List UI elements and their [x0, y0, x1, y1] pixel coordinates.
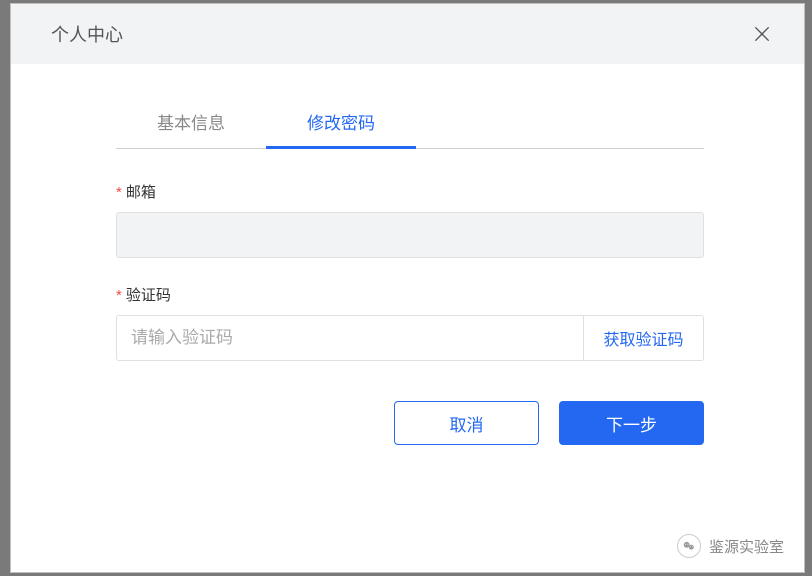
close-icon [752, 24, 772, 44]
code-input[interactable] [117, 316, 583, 360]
tab-label: 基本信息 [157, 114, 225, 133]
code-input-row: 获取验证码 [116, 315, 704, 361]
required-indicator: * [116, 184, 122, 201]
code-field-group: *验证码 获取验证码 [116, 284, 704, 361]
tab-basic-info[interactable]: 基本信息 [116, 109, 266, 148]
code-label-text: 验证码 [126, 287, 171, 304]
tabs: 基本信息 修改密码 [116, 109, 704, 149]
footer-lab-name: 鉴源实验室 [709, 536, 784, 557]
modal-body: 基本信息 修改密码 *邮箱 *验证码 获取验证码 取消 下一步 [11, 64, 804, 572]
modal-title: 个人中心 [51, 21, 123, 47]
close-button[interactable] [750, 22, 774, 46]
email-label-text: 邮箱 [126, 184, 156, 201]
get-code-button[interactable]: 获取验证码 [583, 316, 703, 360]
email-input[interactable] [116, 212, 704, 258]
tab-label: 修改密码 [307, 114, 375, 133]
footer-lab: 鉴源实验室 [677, 534, 784, 558]
personal-center-modal: 个人中心 基本信息 修改密码 *邮箱 *验证码 [10, 3, 805, 573]
tab-change-password[interactable]: 修改密码 [266, 109, 416, 148]
code-label: *验证码 [116, 284, 704, 305]
cancel-button[interactable]: 取消 [394, 401, 539, 445]
wechat-icon [677, 534, 701, 558]
next-button[interactable]: 下一步 [559, 401, 704, 445]
email-label: *邮箱 [116, 181, 704, 202]
required-indicator: * [116, 287, 122, 304]
modal-header: 个人中心 [11, 4, 804, 64]
action-buttons: 取消 下一步 [116, 401, 704, 445]
email-field-group: *邮箱 [116, 181, 704, 258]
